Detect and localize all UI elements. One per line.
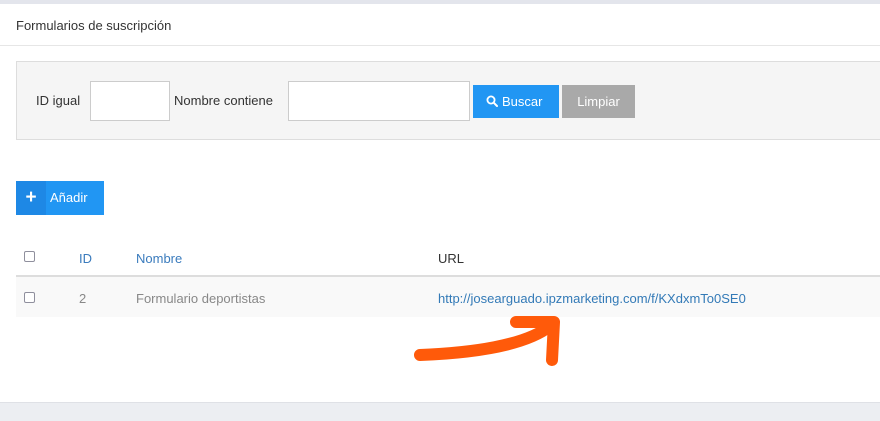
filter-box: ID igual Nombre contiene Buscar Limpiar: [16, 61, 880, 140]
row-url-link[interactable]: http://josearguado.ipzmarketing.com/f/KX…: [438, 291, 746, 307]
select-all-checkbox[interactable]: [24, 251, 35, 262]
column-header-url: URL: [438, 251, 465, 266]
forms-table: ID Nombre URL 2 Formulario deportistas h…: [16, 236, 880, 317]
column-header-name[interactable]: Nombre: [136, 251, 182, 267]
add-button-label: Añadir: [50, 190, 88, 205]
name-filter-input[interactable]: [288, 81, 470, 121]
column-header-id[interactable]: ID: [79, 251, 92, 267]
plus-icon: +: [16, 181, 46, 215]
name-filter-label: Nombre contiene: [174, 93, 273, 108]
row-name: Formulario deportistas: [136, 291, 266, 306]
clear-button[interactable]: Limpiar: [562, 85, 635, 118]
add-button[interactable]: + Añadir: [16, 181, 104, 215]
id-filter-input[interactable]: [90, 81, 170, 121]
annotation-arrow-icon: [414, 316, 560, 366]
search-icon: [486, 95, 498, 107]
panel-title: Formularios de suscripción: [0, 4, 880, 46]
id-filter-label: ID igual: [36, 93, 81, 108]
row-checkbox[interactable]: [24, 292, 35, 303]
search-button[interactable]: Buscar: [473, 85, 559, 118]
search-button-label: Buscar: [502, 94, 543, 109]
row-id: 2: [79, 291, 87, 306]
table-header: ID Nombre URL: [16, 236, 880, 277]
